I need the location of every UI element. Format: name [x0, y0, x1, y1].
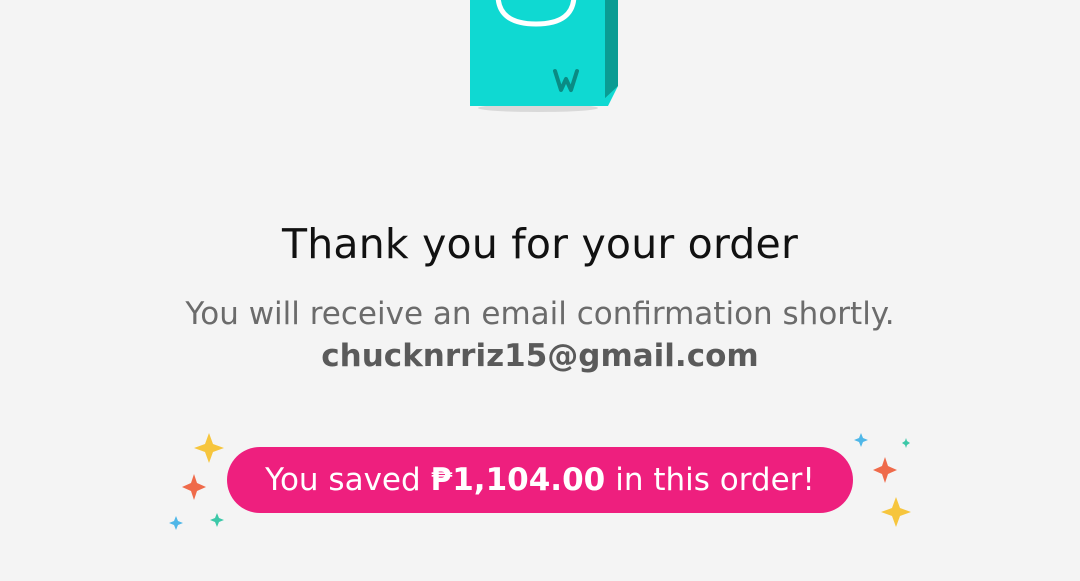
- sparkle-icon: [902, 438, 910, 448]
- sparkle-icon: [881, 497, 911, 527]
- confirmation-email: chucknrriz15@gmail.com: [321, 338, 759, 374]
- sparkle-icon: [873, 457, 897, 483]
- savings-amount: ₱1,104.00: [430, 462, 606, 498]
- savings-suffix: in this order!: [615, 462, 815, 498]
- sparkle-icon: [194, 433, 224, 463]
- savings-badge: You saved ₱1,104.00 in this order!: [227, 447, 853, 513]
- sparkle-icon: [182, 474, 206, 500]
- sparkle-icon: [169, 516, 183, 530]
- confirmation-message: You will receive an email confirmation s…: [185, 296, 895, 332]
- shopping-bag-icon: [460, 0, 630, 120]
- savings-prefix: You saved: [265, 462, 421, 498]
- sparkle-icon: [210, 513, 224, 527]
- sparkle-icon: [854, 433, 868, 447]
- page-title: Thank you for your order: [281, 220, 799, 268]
- order-confirmation-page: Thank you for your order You will receiv…: [0, 0, 1080, 581]
